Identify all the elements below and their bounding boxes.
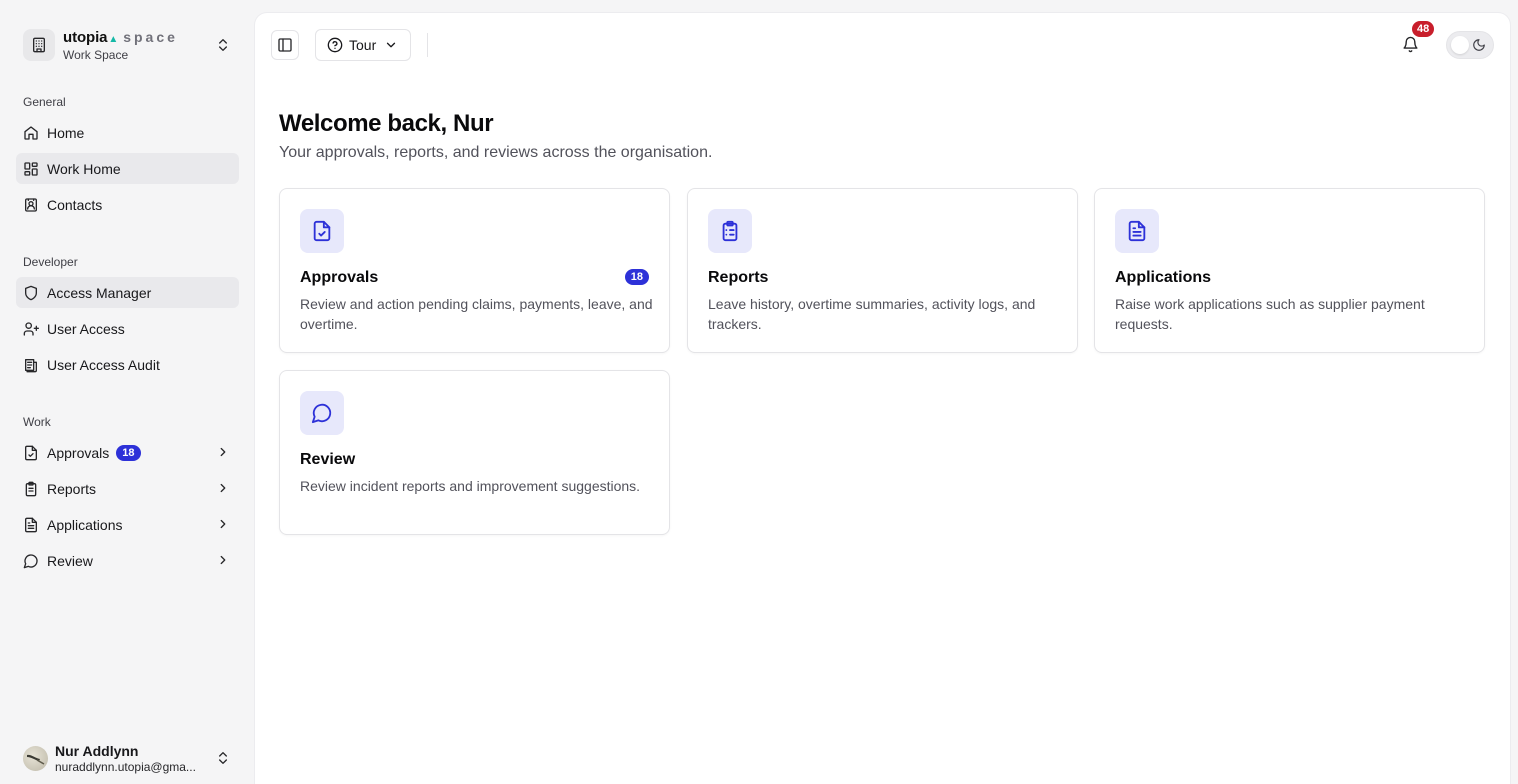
notifications-button[interactable] [1402,36,1419,53]
chevrons-up-down-icon [215,37,231,53]
chevron-right-icon [216,445,230,459]
sidebar-item-label: Access Manager [47,284,152,301]
header-divider [427,33,428,57]
card-applications[interactable]: Applications Raise work applications suc… [1094,188,1485,353]
card-title: Review [300,451,356,468]
sidebar-item-label: Applications [47,516,123,533]
home-icon [23,125,39,141]
chevron-right-icon [216,517,230,531]
workspace-name: Work Space [63,47,129,62]
file-check-icon [300,209,344,253]
brand-logo: utopia ▲ space [63,28,178,46]
file-check-icon [23,445,39,461]
building-icon [23,29,55,61]
sidebar-item-work-home[interactable]: Work Home [16,153,239,184]
sidebar-item-contacts[interactable]: Contacts [16,189,239,220]
message-circle-icon [23,553,39,569]
sidebar-item-approvals[interactable]: Approvals 18 [16,437,239,468]
panel-left-icon [277,37,293,53]
chevron-right-icon [216,481,230,495]
card-approvals[interactable]: Approvals 18 Review and action pending c… [279,188,670,353]
page-subtitle: Your approvals, reports, and reviews acr… [279,144,713,161]
user-menu[interactable]: Nur Addlynn nuraddlynn.utopia@gma... [16,736,239,780]
card-description: Review and action pending claims, paymen… [300,296,653,332]
chevrons-up-down-icon [215,750,231,766]
card-title: Reports [708,269,769,286]
audit-log-icon [23,357,39,373]
workspace-switcher[interactable]: utopia ▲ space Work Space [16,22,239,68]
card-review[interactable]: Review Review incident reports and impro… [279,370,670,535]
contact-book-icon [23,197,39,213]
user-email: nuraddlynn.utopia@gma... [55,759,196,774]
help-circle-icon [327,37,343,53]
bell-icon [1402,36,1419,53]
notification-count-badge: 48 [1412,21,1435,37]
card-description: Leave history, overtime summaries, activ… [708,296,1036,332]
sidebar-item-label: User Access [47,320,125,337]
toggle-knob [1451,36,1469,54]
sidebar-item-label: User Access Audit [47,356,160,373]
chevron-down-icon [384,38,398,52]
avatar [23,745,48,771]
moon-icon [1472,38,1486,52]
card-description: Review incident reports and improvement … [300,478,641,494]
sidebar-item-reports[interactable]: Reports [16,473,239,504]
card-description: Raise work applications such as supplier… [1115,296,1425,332]
user-name: Nur Addlynn [55,742,139,759]
card-reports[interactable]: Reports Leave history, overtime summarie… [687,188,1078,353]
sidebar-item-label: Work Home [47,160,121,177]
layout-grid-icon [23,161,39,177]
card-title: Approvals [300,269,379,286]
tour-button[interactable]: Tour [315,29,411,61]
tour-label: Tour [349,37,377,53]
sidebar-item-label: Reports [47,480,97,497]
approvals-count-badge: 18 [624,269,649,285]
theme-toggle[interactable] [1446,31,1494,59]
group-label-general: General [23,95,66,109]
clipboard-list-icon [708,209,752,253]
message-circle-icon [300,391,344,435]
approvals-count-badge: 18 [116,444,141,461]
main-content: Tour 48 Welcome back, Nur Your approvals… [255,13,1510,784]
card-title: Applications [1115,269,1212,286]
sidebar-item-home[interactable]: Home [16,117,239,148]
sidebar-item-applications[interactable]: Applications [16,509,239,540]
file-text-icon [23,517,39,533]
user-plus-icon [23,321,39,337]
clipboard-list-icon [23,481,39,497]
sidebar-item-label: Contacts [47,196,103,213]
group-label-developer: Developer [23,255,78,269]
sidebar: utopia ▲ space Work Space General Home Wor… [0,0,255,784]
toggle-sidebar-button[interactable] [271,30,299,60]
sidebar-item-access-manager[interactable]: Access Manager [16,277,239,308]
sidebar-item-label: Home [47,124,85,141]
sidebar-item-review[interactable]: Review [16,545,239,576]
sidebar-item-label: Review [47,552,93,569]
page-title: Welcome back, Nur [279,110,494,137]
sidebar-item-label: Approvals [47,444,110,461]
sidebar-item-user-access-audit[interactable]: User Access Audit [16,349,239,380]
file-text-icon [1115,209,1159,253]
sidebar-item-user-access[interactable]: User Access [16,313,239,344]
group-label-work: Work [23,415,51,429]
shield-icon [23,285,39,301]
chevron-right-icon [216,553,230,567]
